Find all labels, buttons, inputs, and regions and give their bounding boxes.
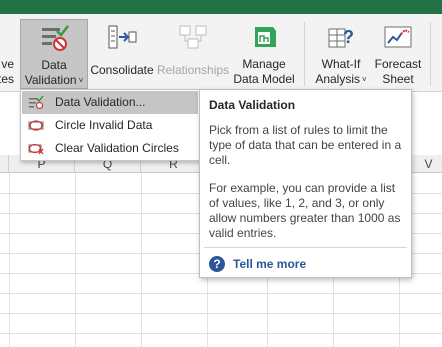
- what-if-label-1: What-If: [321, 57, 361, 71]
- gridline: [0, 293, 442, 294]
- tooltip-title: Data Validation: [209, 98, 296, 112]
- title-bar: [0, 0, 442, 14]
- data-validation-icon: [29, 96, 44, 109]
- menu-item-clear-validation-circles[interactable]: Clear Validation Circles: [22, 137, 198, 160]
- circle-invalid-data-icon: [28, 120, 44, 131]
- menu-item-label: Circle Invalid Data: [55, 118, 153, 132]
- consolidate-label: Consolidate: [90, 63, 154, 77]
- manage-data-model-button[interactable]: Manage Data Model: [231, 19, 297, 89]
- forecast-sheet-icon: [384, 26, 412, 48]
- menu-item-label: Clear Validation Circles: [55, 141, 179, 155]
- gridline: [141, 173, 142, 347]
- ribbon-group-divider-right: [430, 22, 431, 86]
- data-validation-menu: Data Validation... Circle Invalid Data C…: [20, 89, 200, 161]
- ribbon: ve tes Data Validation˅ Consolidate: [0, 14, 442, 92]
- consolidate-button[interactable]: Consolidate: [89, 19, 155, 89]
- clear-validation-circles-icon: [28, 143, 44, 155]
- gridline: [0, 333, 442, 334]
- consolidate-icon: [108, 25, 137, 49]
- manage-data-model-label-1: Manage: [242, 57, 286, 71]
- what-if-analysis-button[interactable]: ? What-If Analysis ˅: [310, 19, 372, 89]
- data-validation-icon: [42, 25, 69, 51]
- forecast-sheet-label-2: Sheet: [382, 72, 414, 86]
- tooltip-example: For example, you can provide a list of v…: [209, 181, 401, 240]
- help-icon[interactable]: ?: [209, 256, 225, 272]
- relationships-label: Relationships: [157, 63, 230, 77]
- partial-left-label-2: tes: [0, 72, 14, 86]
- column-header-o[interactable]: [0, 155, 9, 173]
- tell-me-more-link[interactable]: Tell me more: [233, 257, 306, 271]
- partial-left-button[interactable]: ve tes: [0, 19, 18, 89]
- partial-left-label-1: ve: [1, 57, 14, 71]
- relationships-icon: [179, 25, 207, 49]
- ribbon-group-divider: [304, 22, 305, 86]
- chevron-down-icon: ˅: [78, 76, 84, 85]
- gridline: [9, 173, 10, 347]
- data-validation-label-2: Validation: [24, 73, 77, 87]
- relationships-button[interactable]: Relationships: [157, 19, 229, 89]
- menu-item-circle-invalid-data[interactable]: Circle Invalid Data: [22, 114, 198, 137]
- menu-item-data-validation[interactable]: Data Validation...: [22, 91, 198, 114]
- data-validation-button[interactable]: Data Validation ˅: [20, 19, 88, 89]
- data-validation-label-1: Data: [41, 58, 67, 72]
- forecast-sheet-label-1: Forecast: [374, 57, 422, 71]
- forecast-sheet-button[interactable]: Forecast Sheet: [372, 19, 424, 89]
- chevron-down-icon: ˅: [362, 75, 367, 84]
- menu-item-label: Data Validation...: [55, 95, 146, 109]
- what-if-label-2: Analysis: [315, 72, 360, 86]
- data-model-icon: [255, 27, 276, 47]
- what-if-analysis-icon: ?: [328, 27, 354, 48]
- tooltip-description: Pick from a list of rules to limit the t…: [209, 123, 402, 167]
- gridline: [0, 313, 442, 314]
- data-validation-tooltip: Data Validation Pick from a list of rule…: [199, 89, 412, 278]
- manage-data-model-label-2: Data Model: [233, 72, 295, 86]
- tooltip-divider: [204, 247, 407, 248]
- gridline: [75, 173, 76, 347]
- svg-text:?: ?: [343, 27, 354, 47]
